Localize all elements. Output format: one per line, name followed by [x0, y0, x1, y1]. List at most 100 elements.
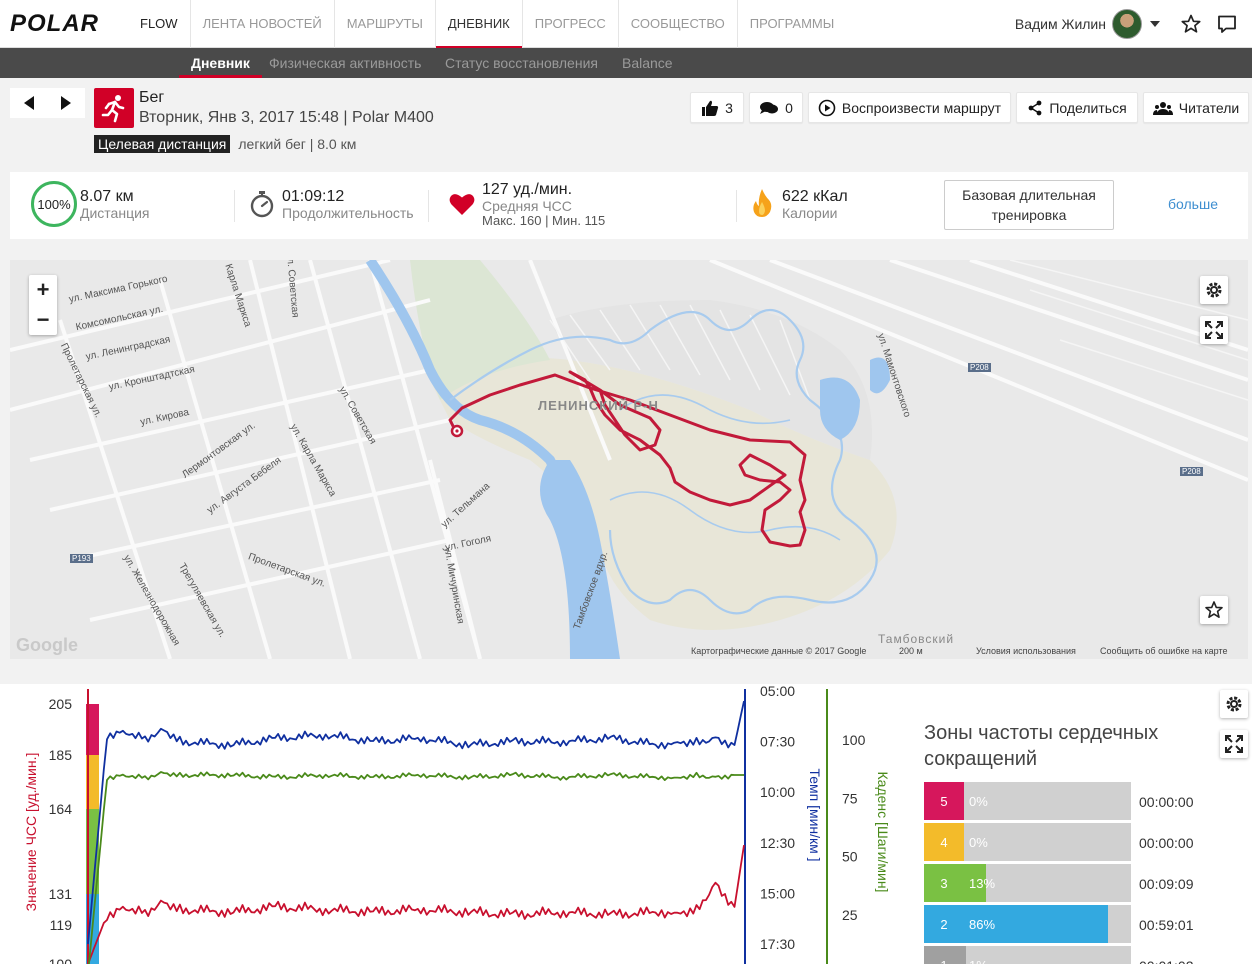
zoom-in-button[interactable]: +	[29, 275, 57, 305]
chevron-down-icon[interactable]	[1150, 21, 1160, 27]
calories-metric: 622 кКал Калории	[782, 188, 848, 255]
nav-item-programs[interactable]: ПРОГРАММЫ	[738, 0, 847, 48]
pace-tick-label: 12:30	[760, 835, 795, 851]
series-line	[87, 844, 745, 964]
completion-circle: 100%	[31, 181, 77, 227]
play-route-button[interactable]: Воспроизвести маршрут	[808, 92, 1011, 123]
avatar[interactable]	[1112, 9, 1142, 39]
hr-tick-label: 205	[49, 696, 73, 712]
subnav-diary[interactable]: Дневник	[179, 48, 262, 78]
zone-percent: 86%	[969, 917, 996, 932]
flame-icon	[751, 188, 773, 223]
gear-icon	[1226, 696, 1242, 712]
zoom-out-button[interactable]: −	[29, 305, 57, 335]
hr-tick-label: 164	[49, 801, 73, 817]
nav-item-diary[interactable]: ДНЕВНИК	[435, 0, 523, 49]
distance-label: Дистанция	[80, 205, 150, 221]
zone-time: 00:09:09	[1139, 876, 1194, 892]
like-count: 3	[725, 99, 733, 116]
user-name[interactable]: Вадим Жилин	[1015, 16, 1106, 32]
hr-label: Средняя ЧСС	[482, 198, 572, 214]
stopwatch-icon	[249, 190, 275, 223]
comment-button[interactable]: 0	[749, 92, 803, 123]
running-icon	[94, 88, 134, 128]
map-terms-link[interactable]: Условия использования	[976, 646, 1076, 656]
previous-arrow-icon[interactable]	[23, 96, 34, 110]
nav-item-feed[interactable]: ЛЕНТА НОВОСТЕЙ	[191, 0, 335, 48]
subnav-activity[interactable]: Физическая активность	[269, 48, 421, 78]
heart-rate-metric: 127 уд./мин. Средняя ЧСС Макс. 160 | Мин…	[482, 181, 605, 248]
cadence-axis-title: Каденс [Шаги/мин]	[875, 772, 891, 893]
play-icon	[818, 99, 836, 116]
chart-fullscreen-button[interactable]	[1220, 730, 1248, 758]
calories-value: 622 кКал	[782, 188, 848, 205]
zone-number: 3	[924, 864, 964, 902]
session-pager	[10, 88, 85, 118]
hr-pace-cadence-chart[interactable]: 205 185 164 131 119 100 05:00 07:30 10:00 12:30 15…	[0, 684, 900, 964]
divider	[428, 190, 429, 222]
google-logo: Google	[16, 635, 78, 655]
target-badge: Целевая дистанция	[94, 135, 231, 153]
pace-axis-title: Темп [мин/км ]	[807, 768, 823, 861]
zone-percent: 0%	[969, 835, 988, 850]
subnav-recovery[interactable]: Статус восстановления	[445, 48, 598, 78]
duration-value: 01:09:12	[282, 188, 345, 205]
top-navigation: POLAR FLOW ЛЕНТА НОВОСТЕЙ МАРШРУТЫ ДНЕВН…	[0, 0, 1252, 49]
series-line	[88, 771, 744, 964]
sub-navigation: Дневник Физическая активность Статус вос…	[0, 48, 1252, 78]
zone-number: 5	[924, 782, 964, 820]
share-icon	[1028, 100, 1042, 115]
next-arrow-icon[interactable]	[61, 96, 72, 110]
star-icon	[1205, 601, 1223, 619]
more-link[interactable]: больше	[1168, 196, 1218, 212]
like-button[interactable]: 3	[690, 92, 744, 123]
map-favorite-button[interactable]	[1200, 596, 1228, 624]
cadence-tick-label: 25	[842, 907, 858, 923]
fullscreen-icon	[1225, 735, 1243, 753]
target-row: Целевая дистанция легкий бег | 8.0 км	[94, 135, 356, 153]
road-badge: P208	[968, 363, 991, 372]
play-route-label: Воспроизвести маршрут	[841, 99, 1002, 116]
zone-bar: 1%	[964, 946, 1131, 964]
training-benefit-button[interactable]: Базовая длительная тренировка	[944, 180, 1114, 230]
hr-tick-label: 131	[49, 886, 73, 902]
map-scale: 200 м	[899, 646, 923, 656]
people-icon	[1152, 101, 1173, 115]
message-icon[interactable]	[1216, 13, 1238, 35]
hr-value: 127 уд./мин.	[482, 181, 573, 198]
map-attribution: Картографические данные © 2017 Google	[691, 646, 867, 656]
calories-label: Калории	[782, 205, 838, 221]
comment-count: 0	[785, 99, 793, 116]
zone-percent: 0%	[969, 794, 988, 809]
zone-number: 2	[924, 905, 964, 943]
nav-item-progress[interactable]: ПРОГРЕСС	[523, 0, 619, 48]
star-icon[interactable]	[1180, 13, 1202, 35]
hr-tick-label: 119	[50, 917, 73, 933]
map-settings-button[interactable]	[1200, 276, 1228, 304]
hr-tick-label: 185	[49, 747, 73, 763]
map-fullscreen-button[interactable]	[1200, 316, 1228, 344]
pace-tick-label: 17:30	[760, 936, 795, 952]
share-button[interactable]: Поделиться	[1016, 92, 1138, 123]
fullscreen-icon	[1205, 321, 1223, 339]
nav-item-community[interactable]: СООБЩЕСТВО	[619, 0, 738, 48]
map-report-link[interactable]: Сообщить об ошибке на карте	[1100, 646, 1227, 656]
cadence-tick-label: 50	[842, 849, 858, 865]
pace-tick-label: 15:00	[760, 885, 795, 901]
duration-label: Продолжительность	[282, 205, 414, 221]
subnav-balance[interactable]: Balance	[622, 48, 673, 78]
road-badge: P193	[70, 554, 93, 563]
nav-item-flow[interactable]: FLOW	[128, 0, 191, 48]
polar-logo[interactable]: POLAR	[10, 10, 99, 38]
hr-axis-title: Значение ЧСС [уд./мин.]	[23, 753, 39, 912]
zone-percent: 1%	[969, 958, 988, 964]
chart-settings-button[interactable]	[1220, 690, 1248, 718]
pace-tick-label: 10:00	[760, 784, 795, 800]
route-map[interactable]: + − ул. Максима Горького Комсомольская у…	[10, 260, 1248, 659]
followers-button[interactable]: Читатели	[1143, 92, 1249, 123]
nav-item-routes[interactable]: МАРШРУТЫ	[335, 0, 436, 48]
gear-icon	[1206, 282, 1222, 298]
zoom-control: + −	[29, 275, 57, 335]
cadence-tick-label: 100	[842, 732, 866, 748]
hr-tick-label: 100	[49, 956, 73, 964]
